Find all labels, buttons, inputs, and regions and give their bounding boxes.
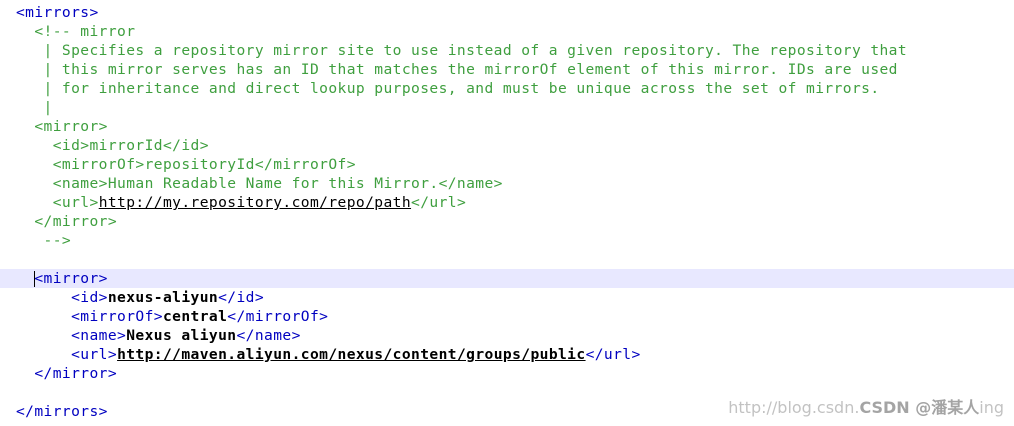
xml-editor[interactable]: <mirrors> <!-- mirror | Specifies a repo… bbox=[0, 0, 1014, 426]
code-line[interactable]: <mirror> bbox=[0, 117, 1014, 136]
open-tag: <id> bbox=[16, 289, 108, 306]
open-tag: <mirrorOf> bbox=[16, 308, 163, 325]
code-text: </url> bbox=[411, 194, 467, 211]
code-text: --> bbox=[16, 232, 72, 249]
code-line[interactable]: --> bbox=[0, 231, 1014, 250]
code-line[interactable]: <id>mirrorId</id> bbox=[0, 136, 1014, 155]
code-text: <mirror> bbox=[34, 270, 108, 287]
code-line[interactable]: | bbox=[0, 98, 1014, 117]
code-line[interactable]: <name>Human Readable Name for this Mirro… bbox=[0, 174, 1014, 193]
code-line[interactable]: <!-- mirror bbox=[0, 22, 1014, 41]
code-text: </mirrors> bbox=[16, 403, 108, 420]
close-tag: </id> bbox=[218, 289, 265, 306]
url-link[interactable]: http://maven.aliyun.com/nexus/content/gr… bbox=[117, 346, 586, 363]
code-text: | Specifies a repository mirror site to … bbox=[16, 42, 908, 59]
code-text: <id>mirrorId</id> bbox=[16, 137, 209, 154]
code-line[interactable] bbox=[0, 250, 1014, 269]
code-line[interactable]: <name>Nexus aliyun</name> bbox=[0, 326, 1014, 345]
watermark: http://blog.csdn.CSDN @潘某人ing bbox=[728, 394, 1004, 418]
code-line[interactable]: | this mirror serves has an ID that matc… bbox=[0, 60, 1014, 79]
code-text: | this mirror serves has an ID that matc… bbox=[16, 61, 898, 78]
code-text: </mirror> bbox=[16, 213, 118, 230]
code-text: </mirror> bbox=[16, 365, 118, 382]
element-value: central bbox=[162, 308, 228, 325]
element-value: nexus-aliyun bbox=[107, 289, 219, 306]
code-line[interactable]: <mirrorOf>repositoryId</mirrorOf> bbox=[0, 155, 1014, 174]
close-tag: </name> bbox=[236, 327, 301, 344]
code-text: <mirror> bbox=[16, 118, 108, 135]
watermark-tail: ing bbox=[979, 398, 1004, 417]
open-tag: <url> bbox=[16, 346, 118, 363]
code-line[interactable]: | Specifies a repository mirror site to … bbox=[0, 41, 1014, 60]
close-tag: </url> bbox=[585, 346, 641, 363]
url-link[interactable]: http://my.repository.com/repo/path bbox=[99, 194, 411, 211]
element-value: Nexus aliyun bbox=[126, 327, 237, 344]
code-line-current[interactable]: <mirror> bbox=[0, 269, 1014, 288]
code-text: <url> bbox=[16, 194, 99, 211]
code-line[interactable]: <url>http://maven.aliyun.com/nexus/conte… bbox=[0, 345, 1014, 364]
code-text: | bbox=[16, 99, 53, 116]
open-tag: <name> bbox=[16, 327, 127, 344]
code-text: <name>Human Readable Name for this Mirro… bbox=[16, 175, 503, 192]
code-line[interactable]: | for inheritance and direct lookup purp… bbox=[0, 79, 1014, 98]
code-line[interactable]: </mirror> bbox=[0, 364, 1014, 383]
watermark-url: http://blog.csdn. bbox=[728, 398, 860, 417]
code-line[interactable]: <mirrors> bbox=[0, 3, 1014, 22]
code-line[interactable]: <url>http://my.repository.com/repo/path<… bbox=[0, 193, 1014, 212]
code-line[interactable]: </mirror> bbox=[0, 212, 1014, 231]
code-text: <mirrorOf>repositoryId</mirrorOf> bbox=[16, 156, 356, 173]
code-line[interactable]: <mirrorOf>central</mirrorOf> bbox=[0, 307, 1014, 326]
close-tag: </mirrorOf> bbox=[227, 308, 329, 325]
code-line[interactable]: <id>nexus-aliyun</id> bbox=[0, 288, 1014, 307]
code-text: <!-- mirror bbox=[16, 23, 136, 40]
code-text: <mirrors> bbox=[16, 4, 99, 21]
code-text: | for inheritance and direct lookup purp… bbox=[16, 80, 880, 97]
watermark-brand: CSDN @潘某人 bbox=[859, 398, 980, 417]
